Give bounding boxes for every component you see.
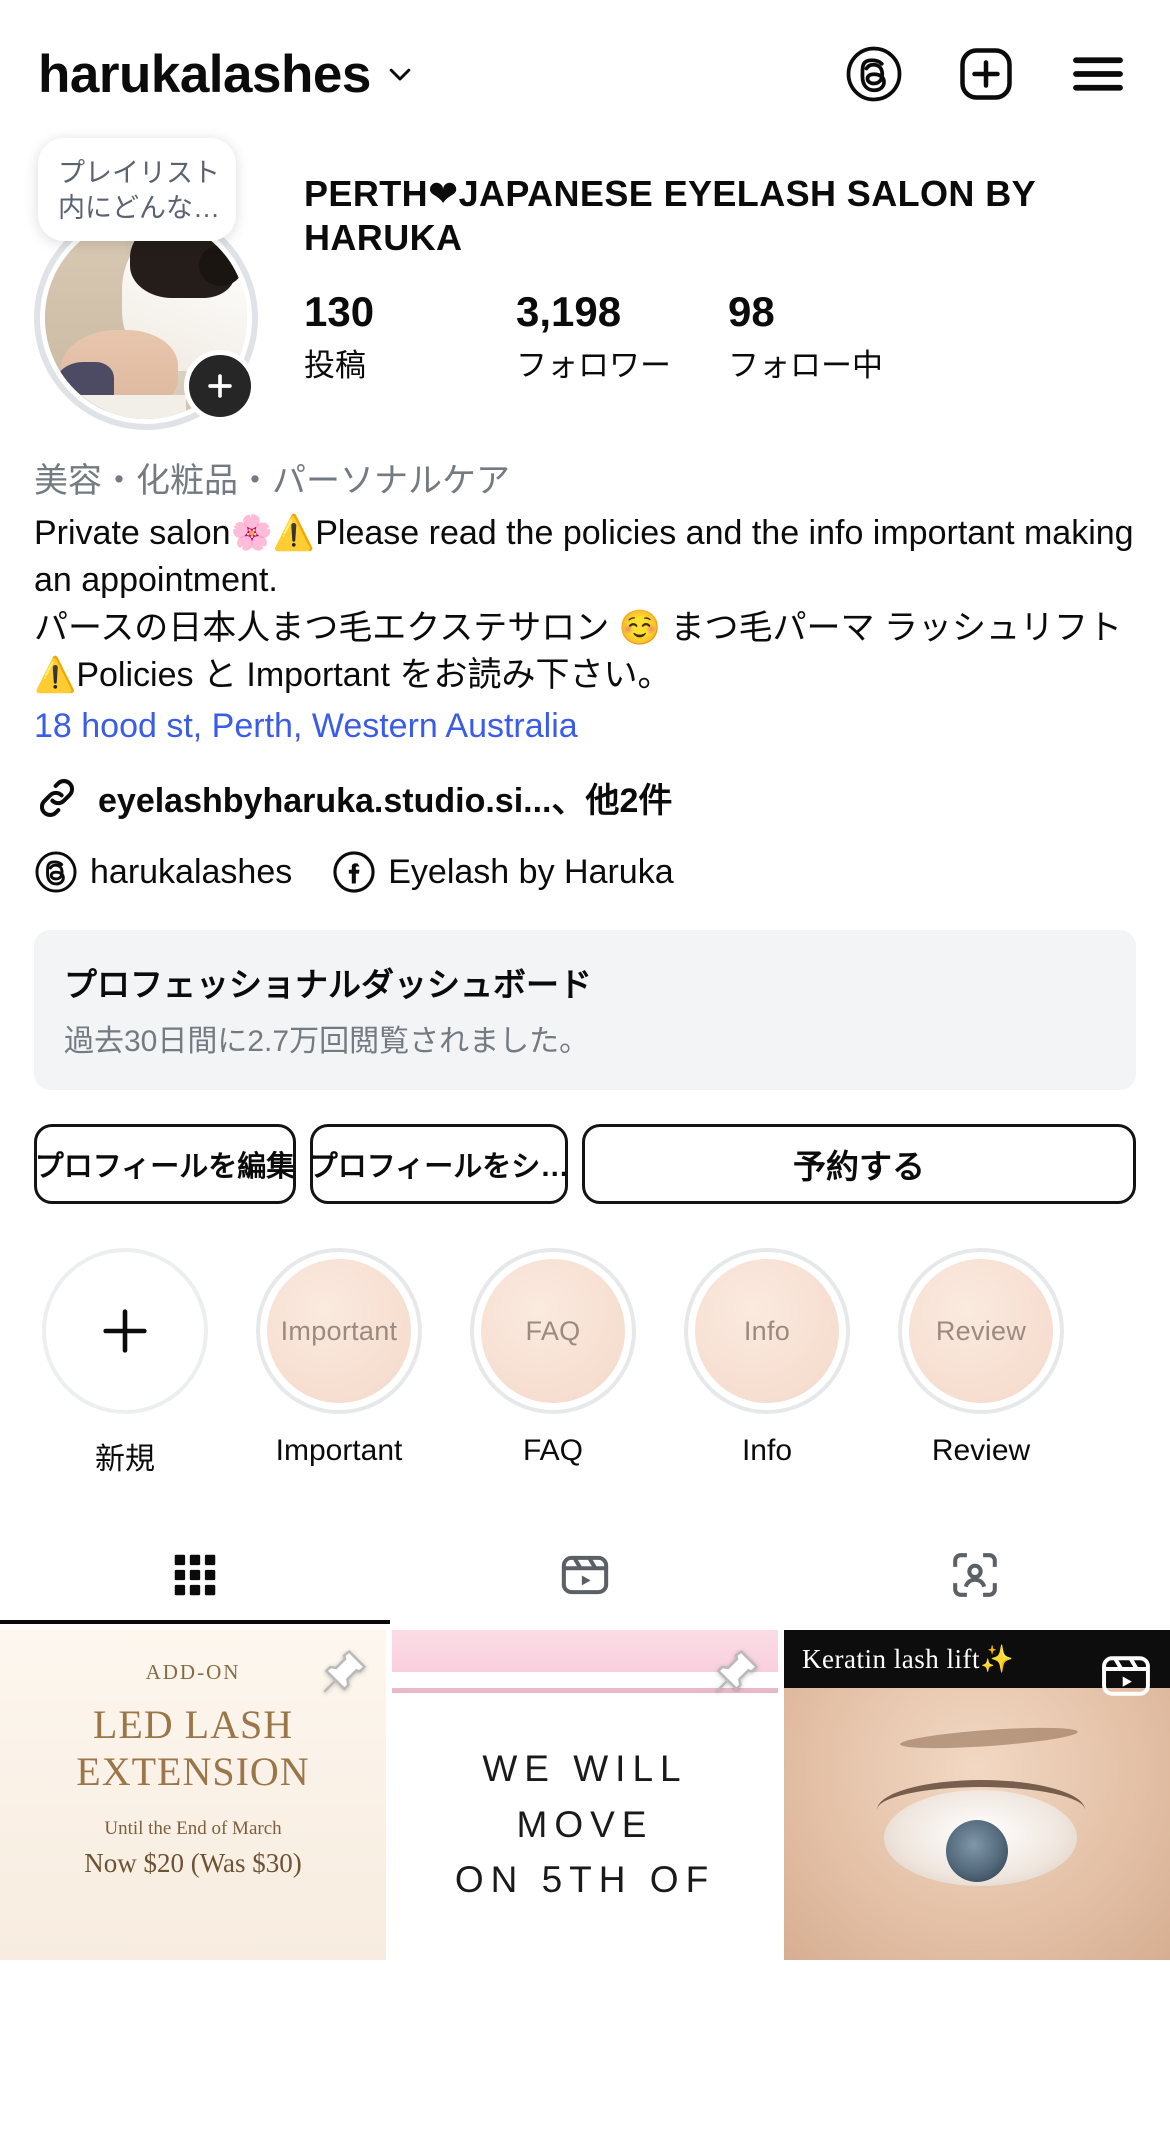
header-username[interactable]: harukalashes [38,48,371,101]
pin-icon [318,1646,370,1698]
threads-link[interactable]: harukalashes [34,850,292,894]
highlight-review[interactable]: Review Review [892,1248,1070,1478]
story-highlights-row: 新規 Important Important FAQ FAQ Info Info… [0,1204,1170,1478]
bio-section: 美容・化粧品・パーソナルケア Private salon🌸⚠️Please re… [0,430,1170,894]
plus-icon [208,374,232,398]
stats-row: 130 投稿 3,198 フォロワー 98 フォロー中 [304,287,1136,385]
highlight-new-label: 新規 [95,1443,155,1477]
posts-label: 投稿 [304,347,366,383]
highlight-important-circle[interactable]: Important [256,1248,422,1415]
highlight-faq-cover: FAQ [481,1259,625,1404]
header-actions [844,44,1140,104]
book-appointment-button[interactable]: 予約する [582,1124,1136,1205]
highlight-review-label: Review [931,1434,1031,1468]
grid-post-2[interactable]: WE WILL MOVE ON 5TH OF [392,1630,778,1961]
external-links-row[interactable]: eyelashbyharuka.studio.si...、他2件 [34,773,1136,822]
dashboard-subtitle: 過去30日間に2.7万回閲覧されました。 [64,1025,590,1059]
profile-tabs [0,1530,1170,1625]
edit-profile-button[interactable]: プロフィールを編集 [34,1124,296,1205]
highlight-info[interactable]: Info Info [678,1248,856,1478]
bio-text: Private salon🌸⚠️Please read the policies… [34,513,1134,695]
tab-tagged[interactable] [780,1530,1170,1624]
highlight-important-cover: Important [267,1259,411,1404]
followers-label: フォロワー [516,347,671,383]
reels-icon [561,1556,609,1595]
highlight-review-circle[interactable]: Review [898,1248,1064,1415]
highlight-new-circle[interactable] [42,1248,208,1415]
highlight-new[interactable]: 新規 [36,1248,214,1478]
account-switcher[interactable]: harukalashes [38,48,415,101]
highlight-faq-circle[interactable]: FAQ [470,1248,636,1415]
profile-details: PERTH❤JAPANESE EYELASH SALON BY HARUKA 1… [266,136,1136,430]
plus-box-icon[interactable] [956,44,1016,104]
tab-reels[interactable] [390,1530,780,1624]
highlight-info-label: Info [741,1434,793,1468]
grid-post-1-addon: ADD-ON [145,1660,241,1685]
instagram-profile-screen: harukalashes プレイリスト 内にどんな… PERTH❤JAPANES… [0,18,1170,2134]
stat-posts[interactable]: 130 投稿 [304,287,516,385]
link-icon [34,775,80,821]
dashboard-title: プロフェッショナルダッシュボード [64,966,592,1004]
pin-icon [710,1646,762,1698]
hamburger-menu-icon[interactable] [1068,44,1128,104]
playlist-tooltip-text: プレイリスト 内にどんな… [58,158,220,223]
posts-count: 130 [304,287,375,335]
highlight-review-cover: Review [909,1259,1053,1404]
grid-post-2-text: WE WILL MOVE ON 5TH OF [454,1748,716,1901]
reels-icon [1098,1648,1154,1704]
share-profile-button[interactable]: プロフィールをシ… [310,1124,568,1205]
grid-post-3-iris [946,1820,1008,1883]
stat-following[interactable]: 98 フォロー中 [728,287,883,385]
profile-action-buttons: プロフィールを編集 プロフィールをシ… 予約する [0,1090,1170,1205]
professional-dashboard-card[interactable]: プロフェッショナルダッシュボード 過去30日間に2.7万回閲覧されました。 [34,930,1136,1091]
tagged-icon [953,1553,997,1598]
grid-post-1-until: Until the End of March [104,1817,282,1839]
add-story-button[interactable] [184,350,256,422]
following-count: 98 [728,287,775,335]
business-category: 美容・化粧品・パーソナルケア [34,462,510,500]
highlight-info-cover: Info [695,1259,839,1404]
grid-post-3[interactable]: Keratin lash lift✨ [784,1630,1170,1961]
facebook-page-name[interactable]: Eyelash by Haruka [388,853,673,892]
address-link[interactable]: 18 hood st, Perth, Western Australia [34,702,1136,751]
highlight-faq[interactable]: FAQ FAQ [464,1248,642,1478]
external-links-text[interactable]: eyelashbyharuka.studio.si...、他2件 [98,773,672,822]
grid-post-1-price: Now $20 (Was $30) [84,1847,302,1878]
threads-icon [34,850,78,894]
threads-icon[interactable] [844,44,904,104]
grid-post-1-title: LED LASH EXTENSION [76,1702,310,1795]
chevron-down-icon[interactable] [385,59,415,89]
grid-icon [174,1555,216,1596]
social-links-row: harukalashes Eyelash by Haruka [34,850,1136,894]
facebook-icon [332,850,376,894]
highlight-important[interactable]: Important Important [250,1248,428,1478]
post-grid: ADD-ON LED LASH EXTENSION Until the End … [0,1630,1170,1961]
profile-summary: プレイリスト 内にどんな… PERTH❤JAPANESE EYELASH SAL… [0,130,1170,430]
plus-icon [103,1309,147,1353]
highlight-info-circle[interactable]: Info [684,1248,850,1415]
tab-grid[interactable] [0,1530,390,1625]
following-label: フォロー中 [728,347,883,383]
highlight-faq-label: FAQ [522,1434,583,1468]
facebook-link[interactable]: Eyelash by Haruka [332,850,674,894]
highlight-important-label: Important [275,1434,403,1468]
grid-post-1[interactable]: ADD-ON LED LASH EXTENSION Until the End … [0,1630,386,1961]
display-name: PERTH❤JAPANESE EYELASH SALON BY HARUKA [304,173,1036,258]
top-header: harukalashes [0,18,1170,130]
playlist-tooltip-bubble[interactable]: プレイリスト 内にどんな… [38,138,236,242]
stat-followers[interactable]: 3,198 フォロワー [516,287,728,385]
threads-username[interactable]: harukalashes [90,853,292,892]
followers-count: 3,198 [516,287,622,335]
avatar-block: プレイリスト 内にどんな… [34,136,266,430]
